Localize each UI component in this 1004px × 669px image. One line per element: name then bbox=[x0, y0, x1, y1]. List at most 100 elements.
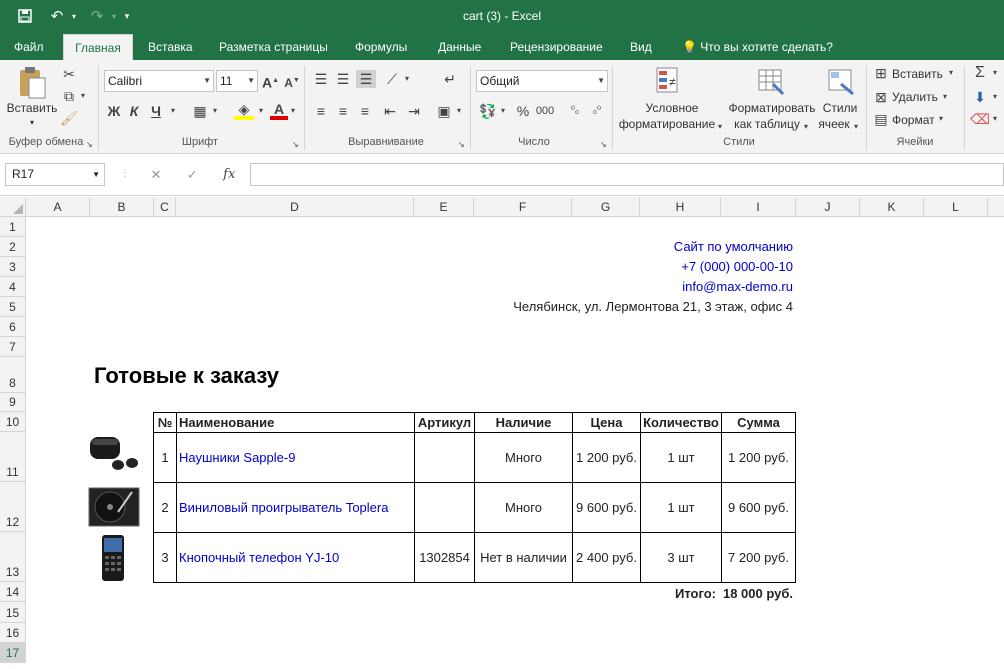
row-header-3[interactable]: 3 bbox=[0, 257, 26, 277]
chevron-down-icon[interactable]: ▾ bbox=[936, 110, 946, 128]
fill-color-dropdown-icon[interactable]: ▾ bbox=[256, 102, 266, 120]
conditional-formatting-icon[interactable]: ≠ bbox=[654, 66, 684, 98]
tab-insert[interactable]: Вставка bbox=[142, 34, 199, 60]
enter-icon[interactable]: ✓ bbox=[187, 167, 198, 183]
conditional-formatting-label-2[interactable]: форматирование bbox=[614, 116, 720, 132]
column-header-g[interactable]: G bbox=[572, 197, 640, 217]
tab-home[interactable]: Главная bbox=[63, 34, 133, 60]
copy-dropdown-icon[interactable]: ▾ bbox=[78, 87, 88, 105]
row-header-13[interactable]: 13 bbox=[0, 532, 26, 582]
currency-dropdown-icon[interactable]: ▾ bbox=[498, 102, 508, 120]
align-center-icon[interactable]: ≡ bbox=[334, 102, 352, 120]
tell-me-search[interactable]: 💡 Что вы хотите сделать? bbox=[676, 34, 839, 60]
chevron-down-icon[interactable]: ▾ bbox=[990, 110, 1000, 128]
row-header-10[interactable]: 10 bbox=[0, 412, 26, 432]
format-cells-button[interactable]: Формат bbox=[892, 112, 936, 128]
column-header-a[interactable]: A bbox=[26, 197, 90, 217]
row-header-11[interactable]: 11 bbox=[0, 432, 26, 482]
increase-decimal-icon[interactable]: ⁰₀ bbox=[566, 102, 584, 120]
borders-dropdown-icon[interactable]: ▾ bbox=[210, 102, 220, 120]
align-middle-icon[interactable]: ☰ bbox=[334, 70, 352, 88]
table-cell-name-link[interactable]: Кнопочный телефон YJ-10 bbox=[177, 533, 415, 583]
fill-color-icon[interactable]: ◈ bbox=[234, 100, 254, 120]
row-header-9[interactable]: 9 bbox=[0, 393, 26, 412]
orientation-dropdown-icon[interactable]: ▾ bbox=[402, 70, 412, 88]
row-header-14[interactable]: 14 bbox=[0, 582, 26, 602]
column-header-j[interactable]: J bbox=[796, 197, 860, 217]
cancel-icon[interactable]: ✕ bbox=[151, 167, 162, 183]
select-all-corner[interactable] bbox=[0, 197, 26, 217]
column-header-i[interactable]: I bbox=[721, 197, 796, 217]
decrease-font-icon[interactable]: A▼ bbox=[284, 72, 300, 92]
percent-button[interactable]: % bbox=[514, 102, 532, 120]
cell-styles-icon[interactable] bbox=[826, 66, 856, 98]
conditional-formatting-label-1[interactable]: Условное bbox=[620, 100, 724, 116]
paste-button[interactable]: Вставить bbox=[4, 100, 60, 116]
tab-file[interactable]: Файл bbox=[8, 34, 50, 60]
chevron-down-icon[interactable]: ▾ bbox=[940, 88, 950, 106]
delete-cells-icon[interactable]: ⊠ bbox=[872, 88, 890, 106]
table-cell-name-link[interactable]: Наушники Sapple-9 bbox=[177, 433, 415, 483]
paste-dropdown-icon[interactable]: ▾ bbox=[26, 116, 38, 128]
insert-cells-button[interactable]: Вставить bbox=[892, 66, 946, 82]
decrease-decimal-icon[interactable]: ₀⁰ bbox=[588, 102, 606, 120]
chevron-down-icon[interactable]: ▾ bbox=[990, 64, 1000, 82]
clipboard-launcher-icon[interactable]: ↘ bbox=[86, 136, 93, 154]
column-header-d[interactable]: D bbox=[176, 197, 414, 217]
underline-button[interactable]: Ч bbox=[148, 102, 164, 120]
font-color-dropdown-icon[interactable]: ▾ bbox=[288, 102, 298, 120]
insert-cells-icon[interactable]: ⊞ bbox=[872, 64, 890, 82]
cut-icon[interactable]: ✂ bbox=[60, 65, 78, 83]
paste-icon[interactable] bbox=[14, 66, 50, 102]
row-header-4[interactable]: 4 bbox=[0, 277, 26, 297]
column-header-f[interactable]: F bbox=[474, 197, 572, 217]
chevron-down-icon[interactable]: ▾ bbox=[946, 64, 956, 82]
font-color-icon[interactable]: A bbox=[270, 100, 288, 120]
align-left-icon[interactable]: ≡ bbox=[312, 102, 330, 120]
merge-cells-icon[interactable]: ▣ bbox=[434, 102, 454, 120]
contact-site[interactable]: Сайт по умолчанию bbox=[500, 239, 793, 254]
align-bottom-icon[interactable]: ☰ bbox=[356, 70, 376, 88]
row-header-5[interactable]: 5 bbox=[0, 297, 26, 317]
number-launcher-icon[interactable]: ↘ bbox=[600, 136, 607, 154]
format-cells-icon[interactable]: ▤ bbox=[872, 110, 890, 128]
tab-review[interactable]: Рецензирование bbox=[504, 34, 609, 60]
borders-icon[interactable]: ▦ bbox=[190, 102, 210, 120]
orientation-icon[interactable]: ⟋ bbox=[382, 70, 402, 88]
number-format-combo[interactable]: Общий ▼ bbox=[476, 70, 608, 92]
cell-styles-label-2[interactable]: ячеек bbox=[816, 116, 852, 132]
row-header-8[interactable]: 8 bbox=[0, 357, 26, 393]
table-cell-name-link[interactable]: Виниловый проигрыватель Toplera bbox=[177, 483, 415, 533]
align-top-icon[interactable]: ☰ bbox=[312, 70, 330, 88]
column-header-b[interactable]: B bbox=[90, 197, 154, 217]
thousands-separator-button[interactable]: 000 bbox=[534, 102, 556, 120]
font-name-combo[interactable]: Calibri ▼ bbox=[104, 70, 214, 92]
italic-button[interactable]: К bbox=[126, 102, 142, 120]
clear-icon[interactable]: ⌫ bbox=[970, 110, 990, 128]
tab-formulas[interactable]: Формулы bbox=[349, 34, 413, 60]
formula-input[interactable] bbox=[250, 163, 1004, 186]
row-header-7[interactable]: 7 bbox=[0, 337, 26, 357]
tab-view[interactable]: Вид bbox=[624, 34, 658, 60]
row-header-16[interactable]: 16 bbox=[0, 623, 26, 643]
column-header-k[interactable]: K bbox=[860, 197, 924, 217]
increase-indent-icon[interactable]: ⇥ bbox=[404, 102, 424, 120]
chevron-down-icon[interactable]: ▾ bbox=[990, 88, 1000, 106]
wrap-text-icon[interactable]: ↵ bbox=[440, 70, 460, 88]
cell-styles-label-1[interactable]: Стили bbox=[818, 100, 862, 116]
row-header-15[interactable]: 15 bbox=[0, 602, 26, 623]
format-as-table-icon[interactable] bbox=[756, 66, 786, 98]
column-header-l[interactable]: L bbox=[924, 197, 988, 217]
row-header-6[interactable]: 6 bbox=[0, 317, 26, 337]
column-header-e[interactable]: E bbox=[414, 197, 474, 217]
autosum-icon[interactable]: Σ bbox=[970, 64, 990, 82]
contact-phone[interactable]: +7 (000) 000-00-10 bbox=[500, 259, 793, 274]
align-right-icon[interactable]: ≡ bbox=[356, 102, 374, 120]
chevron-down-icon[interactable]: ▾ bbox=[802, 118, 810, 136]
decrease-indent-icon[interactable]: ⇤ bbox=[380, 102, 400, 120]
font-launcher-icon[interactable]: ↘ bbox=[292, 136, 299, 154]
bold-button[interactable]: Ж bbox=[106, 102, 122, 120]
row-header-2[interactable]: 2 bbox=[0, 237, 26, 257]
row-header-1[interactable]: 1 bbox=[0, 217, 26, 237]
tab-page-layout[interactable]: Разметка страницы bbox=[213, 34, 334, 60]
